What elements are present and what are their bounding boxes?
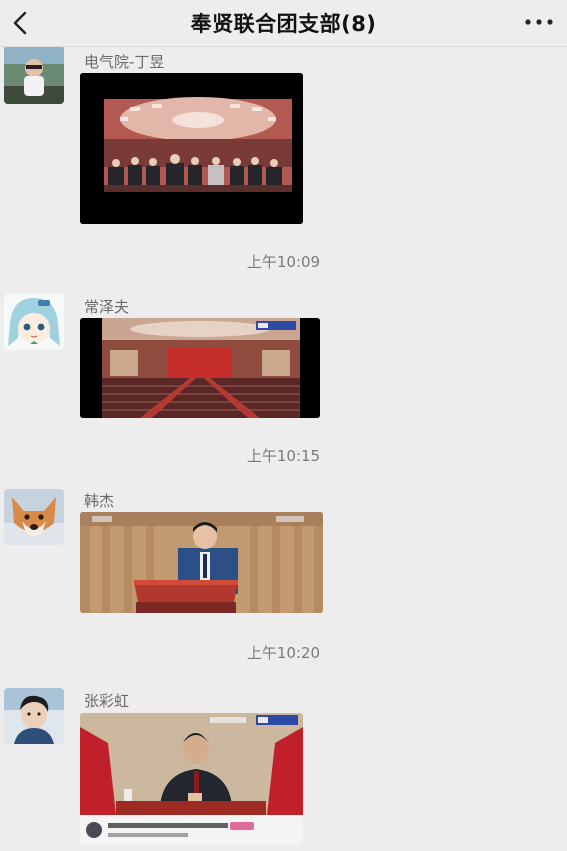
chat-title: 奉贤联合团支部(8) bbox=[190, 12, 377, 36]
video-thumbnail-4[interactable] bbox=[80, 713, 303, 845]
video-thumbnail-2[interactable] bbox=[80, 318, 320, 418]
video-thumbnail-1[interactable] bbox=[80, 73, 303, 224]
sender-name: 张彩虹 bbox=[84, 692, 130, 710]
more-options-icon[interactable] bbox=[523, 12, 555, 32]
avatar-han-jie[interactable] bbox=[4, 489, 64, 545]
sender-name: 电气院-丁昱 bbox=[84, 53, 165, 71]
avatar-ding-yu[interactable] bbox=[4, 46, 64, 104]
avatar-zhang-caihong[interactable] bbox=[4, 688, 64, 744]
timestamp: 上午10:09 bbox=[246, 253, 321, 271]
timestamp: 上午10:15 bbox=[246, 447, 321, 465]
video-thumbnail-3[interactable] bbox=[80, 512, 323, 613]
sender-name: 韩杰 bbox=[84, 492, 115, 510]
avatar-chang-zefu[interactable] bbox=[4, 294, 64, 350]
sender-name: 常泽夫 bbox=[84, 298, 130, 316]
timestamp: 上午10:20 bbox=[246, 644, 321, 662]
chat-header: 奉贤联合团支部(8) bbox=[0, 0, 567, 47]
